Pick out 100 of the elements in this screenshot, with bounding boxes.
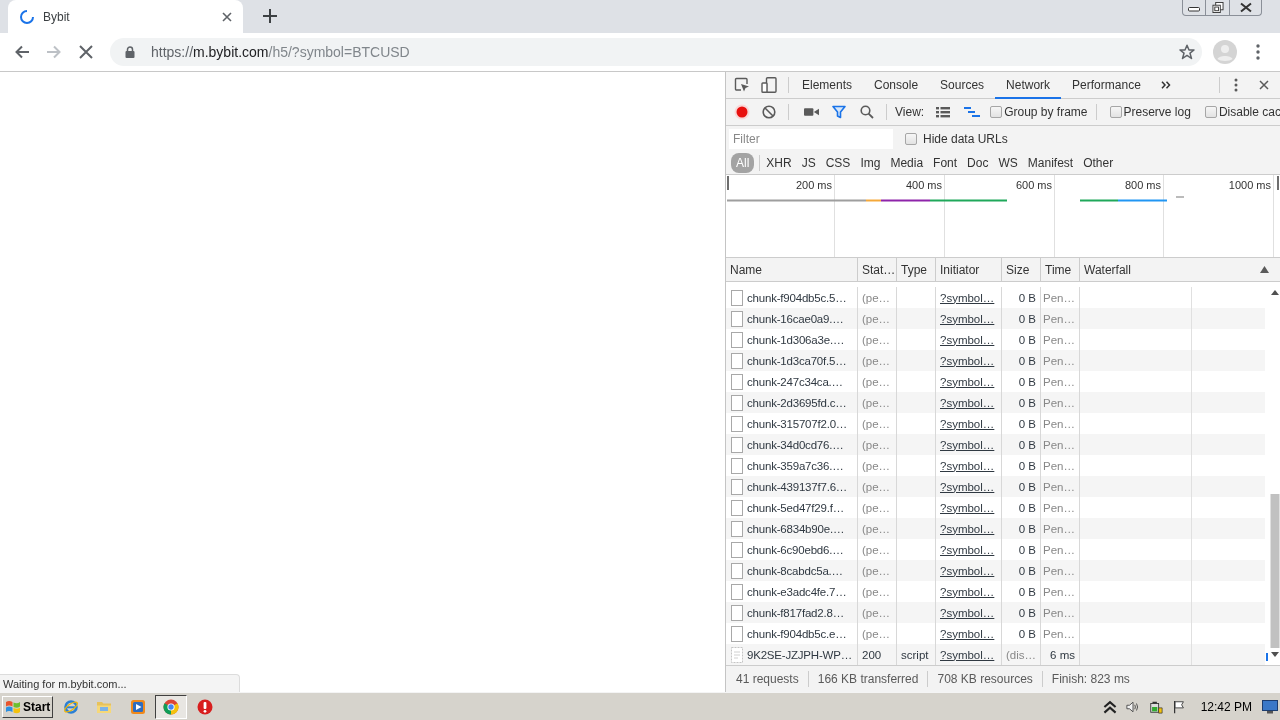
type-filter-chip[interactable]: XHR [761,152,797,173]
initiator-link[interactable]: ?symbol… [940,396,995,409]
filter-input[interactable]: Filter [729,128,893,149]
stop-icon[interactable] [78,44,94,60]
battery-icon[interactable] [1148,699,1163,714]
checkbox[interactable] [1109,106,1122,118]
back-icon[interactable] [14,44,30,60]
column-header[interactable]: Name [726,258,858,281]
record-icon[interactable] [734,104,750,120]
request-name: chunk-5ed47f29.f… [747,501,844,514]
initiator-link[interactable]: ?symbol… [940,375,995,388]
address-bar[interactable]: https://m.bybit.com/h5/?symbol=BTCUSD [110,38,1202,66]
column-header[interactable]: Type [897,258,936,281]
type-filter-chip[interactable]: Doc [962,152,994,173]
close-icon[interactable] [1259,80,1269,90]
monitor-icon[interactable] [1262,699,1278,714]
column-header[interactable]: Initiator [936,258,1002,281]
taskbar-button[interactable] [155,694,187,719]
type-filter-chip[interactable]: WS [993,152,1023,173]
type-filter-chip[interactable]: Other [1078,152,1119,173]
list-icon[interactable] [936,106,951,118]
device-toolbar-icon[interactable] [761,77,777,93]
devtools-tab[interactable]: Elements [791,72,864,99]
request-row[interactable]: 9K2SE-JZJPH-WP… 200 script ?symbol… (dis… 6 ms [726,644,1265,665]
flag-icon[interactable] [1171,699,1186,714]
type-filter-chip[interactable]: JS [796,152,821,173]
type-filter-chip[interactable]: Manifest [1022,152,1079,173]
inspect-element-icon[interactable] [734,77,750,93]
restore-button[interactable] [1206,0,1230,16]
request-row[interactable]: chunk-f817fad2.8… (pe… ?symbol… 0 B Pen… [726,602,1265,623]
speaker-icon[interactable] [1125,699,1140,714]
initiator-link[interactable]: ?symbol… [940,354,995,367]
request-row[interactable]: chunk-6834b90e.… (pe… ?symbol… 0 B Pen… [726,518,1265,539]
search-icon[interactable] [860,105,874,119]
size-text: 0 B [1018,417,1036,430]
size-text: 0 B [1018,543,1036,556]
close-window-button[interactable] [1230,0,1262,16]
column-header[interactable]: Stat… [858,258,897,281]
type-filter-chip[interactable]: Img [855,152,886,173]
time-text: Pen… [1043,606,1075,619]
minimize-icon [1188,6,1200,12]
request-row[interactable]: chunk-2d3695fd.c… (pe… ?symbol… 0 B Pen… [726,392,1265,413]
devtools-tab[interactable]: Performance [1061,72,1152,99]
size-text: 0 B [1018,333,1036,346]
overview-handle[interactable] [727,176,729,190]
menu-icon[interactable] [1234,78,1238,92]
initiator-link[interactable]: ?symbol… [940,501,995,514]
time-text: Pen… [1043,627,1075,640]
overview-handle[interactable] [1277,176,1279,190]
initiator-link[interactable]: ?symbol… [940,522,995,535]
browser-tab[interactable]: Bybit [8,0,243,33]
checkbox[interactable] [1204,106,1217,118]
close-icon[interactable] [222,11,232,22]
initiator-link[interactable]: ?symbol… [940,606,995,619]
initiator-link[interactable]: ?symbol… [940,417,995,430]
initiator-link[interactable]: ?symbol… [940,459,995,472]
initiator-link[interactable]: ?symbol… [940,438,995,451]
size-text: 0 B [1018,606,1036,619]
filter-icon[interactable] [832,105,846,119]
request-row[interactable]: chunk-34d0cd76.… (pe… ?symbol… 0 B Pen… [726,434,1265,455]
camera-icon[interactable] [804,107,819,117]
column-header[interactable]: Waterfall [1080,258,1280,281]
initiator-link[interactable]: ?symbol… [940,333,995,346]
summary-text: 41 requests [736,672,799,686]
request-row[interactable]: chunk-8cabdc5a.… (pe… ?symbol… 0 B Pen… [726,560,1265,581]
waterfall-icon[interactable] [964,106,981,118]
checkbox-label: Preserve log [1123,105,1191,119]
checkbox[interactable] [905,132,917,145]
minimize-button[interactable] [1182,0,1206,16]
double-chevron-icon[interactable] [1160,81,1171,89]
menu-icon[interactable] [1256,44,1260,60]
new-tab-icon[interactable] [263,9,277,23]
checkbox[interactable] [990,106,1003,118]
request-row[interactable]: chunk-439137f7.6… (pe… ?symbol… 0 B Pen… [726,476,1265,497]
initiator-link[interactable]: ?symbol… [940,564,995,577]
type-filter-chip[interactable]: Font [928,152,963,173]
initiator-link[interactable]: ?symbol… [940,648,995,661]
chevron-up-icon[interactable] [1102,699,1117,714]
initiator-link[interactable]: ?symbol… [940,291,995,304]
checkbox-label: Group by frame [1004,105,1088,119]
column-header[interactable]: Time [1041,258,1080,281]
initiator-link[interactable]: ?symbol… [940,312,995,325]
column-header[interactable]: Size [1002,258,1041,281]
type-filter-chip[interactable]: CSS [820,152,856,173]
time-text: Pen… [1043,417,1075,430]
star-icon[interactable] [1179,44,1195,60]
devtools-tab[interactable]: Sources [929,72,996,99]
initiator-link[interactable]: ?symbol… [940,585,995,598]
clear-icon[interactable] [762,105,776,119]
initiator-link[interactable]: ?symbol… [940,627,995,640]
request-row[interactable]: chunk-1d3ca70f.5… (pe… ?symbol… 0 B Pen… [726,350,1265,371]
sort-arrow-icon[interactable] [1260,266,1269,273]
size-text: 0 B [1018,291,1036,304]
request-row[interactable]: chunk-16cae0a9.… (pe… ?symbol… 0 B Pen… [726,308,1265,329]
initiator-link[interactable]: ?symbol… [940,480,995,493]
start-button[interactable]: Start [2,695,53,718]
devtools-tab[interactable]: Console [863,72,930,99]
initiator-link[interactable]: ?symbol… [940,543,995,556]
segmented-circle-icon [163,698,179,715]
type-filter-chip[interactable]: Media [885,152,929,173]
